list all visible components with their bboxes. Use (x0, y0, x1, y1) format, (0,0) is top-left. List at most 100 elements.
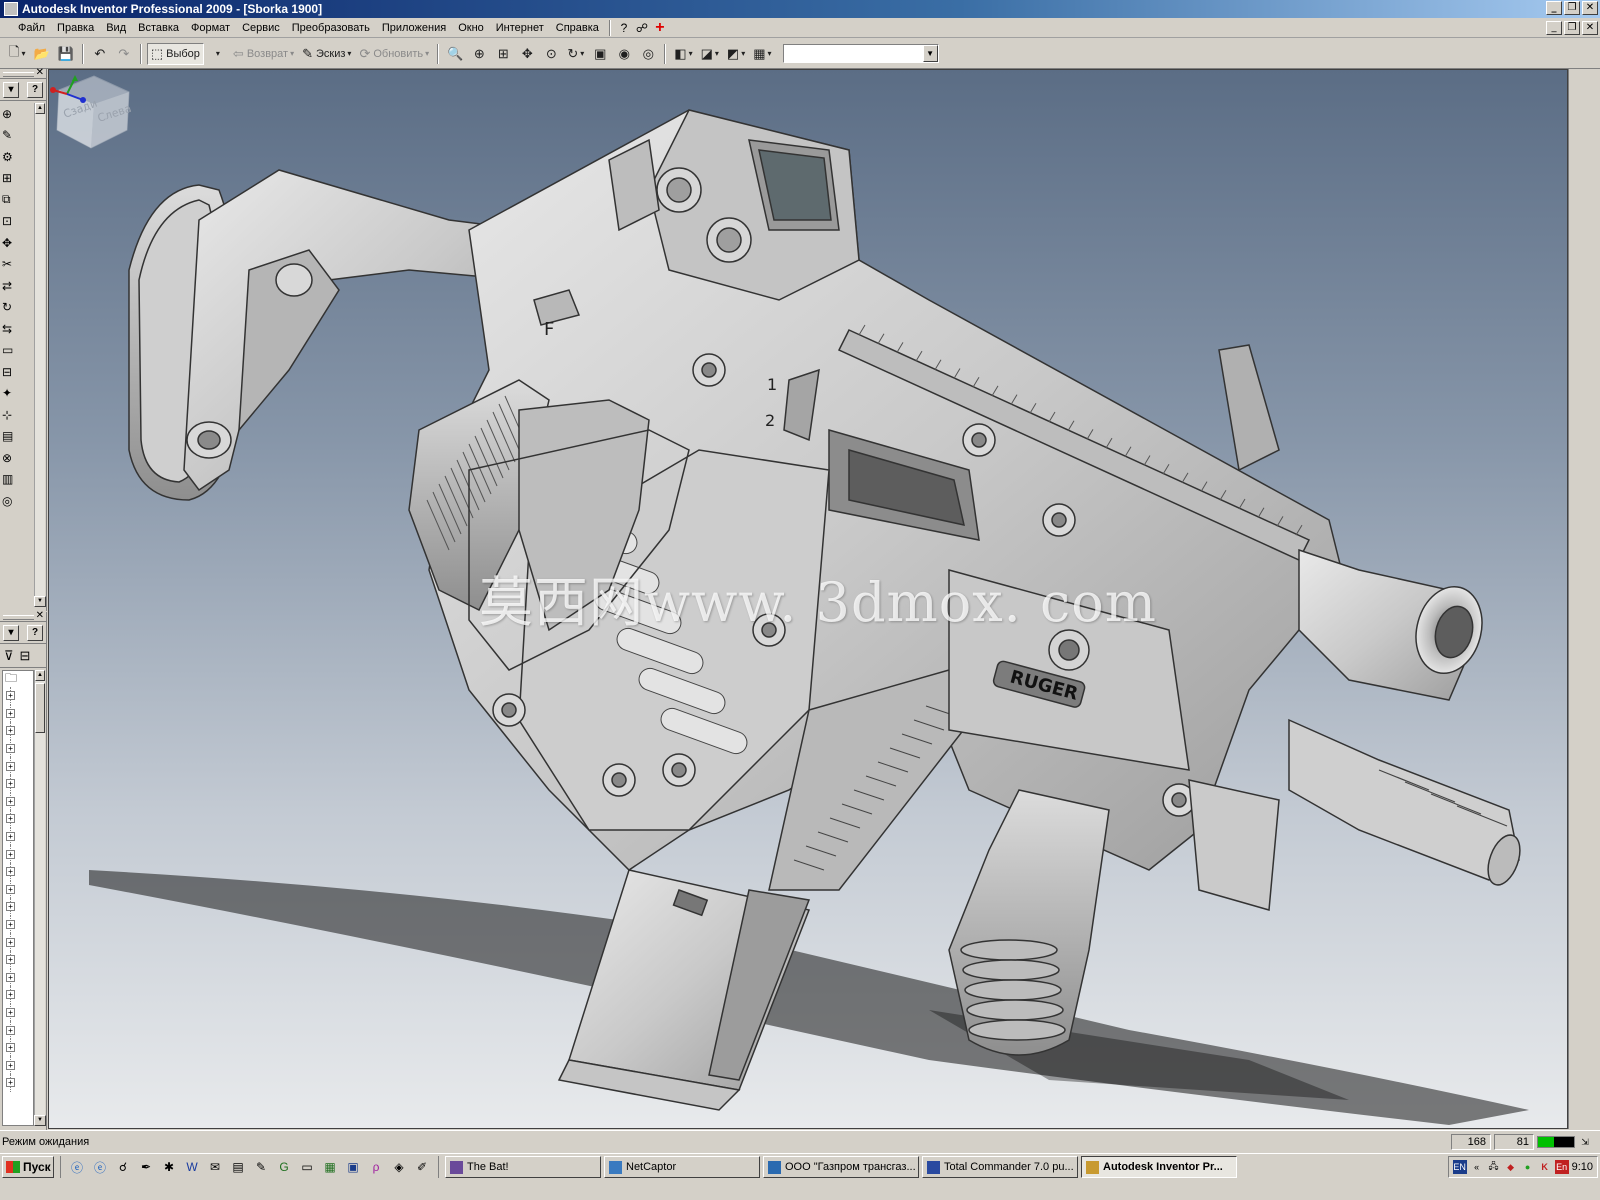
task-inventor[interactable]: Autodesk Inventor Pr... (1081, 1156, 1237, 1178)
scroll-up-icon[interactable]: ▲ (35, 103, 45, 114)
language-indicator[interactable]: EN (1452, 1160, 1467, 1174)
expand-icon[interactable]: + (6, 955, 15, 965)
expand-icon[interactable]: + (6, 1060, 15, 1070)
repair-icon[interactable]: ✂ (2, 254, 34, 276)
undo-icon[interactable]: ↶ (89, 43, 111, 65)
tool-panel-scrollbar[interactable]: ▲ ▼ (34, 103, 46, 607)
expand-icon[interactable]: + (6, 1078, 15, 1088)
doc-close-button[interactable]: ✕ (1582, 21, 1598, 35)
open-icon[interactable]: 📂 (30, 43, 52, 65)
graphics-viewport[interactable]: RUGER F 1 2 莫西网www. 3dmox. com Сзади Сле… (48, 69, 1568, 1129)
section-icon[interactable]: ▭ (2, 340, 34, 362)
browser-icon[interactable]: ⓔ (67, 1157, 87, 1177)
filter-icon[interactable]: ⊽ (4, 648, 14, 664)
update-button[interactable]: ⟳ Обновить ▾ (356, 43, 432, 65)
menu-edit[interactable]: Правка (51, 22, 100, 34)
tree-node[interactable]: + (3, 1074, 33, 1092)
tree-node[interactable]: + (3, 950, 33, 969)
expand-icon[interactable]: + (6, 1043, 15, 1053)
tree-node[interactable]: + (3, 1003, 33, 1022)
expand-icon[interactable]: + (6, 1007, 15, 1017)
pencil-icon[interactable]: ✐ (412, 1157, 432, 1177)
task-gazprom[interactable]: ООО "Газпром трансгаз... (763, 1156, 919, 1178)
notepad-icon[interactable]: ✎ (251, 1157, 271, 1177)
keyboard-layout-indicator[interactable]: En (1554, 1160, 1569, 1174)
panel-help-icon[interactable]: ? (27, 81, 43, 98)
doc-restore-button[interactable]: ❐ (1564, 21, 1580, 35)
scroll-down-icon[interactable]: ▼ (34, 596, 46, 607)
expand-icon[interactable]: + (6, 726, 15, 736)
tree-node[interactable]: + (3, 792, 33, 811)
archive-icon[interactable]: ▤ (228, 1157, 248, 1177)
menu-applications[interactable]: Приложения (376, 22, 452, 34)
expand-icon[interactable]: + (6, 884, 15, 894)
menu-web[interactable]: Интернет (490, 22, 550, 34)
tree-node[interactable]: + (3, 774, 33, 793)
menu-view[interactable]: Вид (100, 22, 132, 34)
minimize-button[interactable]: _ (1546, 1, 1562, 15)
tree-node[interactable]: + (3, 968, 33, 987)
orbit-icon[interactable]: ↻ ▾ (564, 43, 587, 65)
constraint-icon[interactable]: ⊡ (2, 211, 34, 233)
menu-format[interactable]: Формат (185, 22, 236, 34)
feather-icon[interactable]: ✒ (136, 1157, 156, 1177)
network-tray-icon[interactable]: 🖧 (1487, 1160, 1501, 1174)
pan-icon[interactable]: ✥ (516, 43, 538, 65)
look-at-icon[interactable]: ▣ (589, 43, 611, 65)
close-button[interactable]: ✕ (1582, 1, 1598, 15)
section-view-icon[interactable]: ◩ ▾ (724, 43, 748, 65)
tree-node[interactable]: + (3, 915, 33, 934)
select-button[interactable]: ⬚ Выбор (146, 42, 204, 65)
shield-icon[interactable]: ◆ (1504, 1160, 1518, 1174)
paint-icon[interactable]: ◈ (389, 1157, 409, 1177)
g-app-icon[interactable]: G (274, 1157, 294, 1177)
word-icon[interactable]: W (182, 1157, 202, 1177)
tree-node[interactable]: + (3, 739, 33, 758)
outlook-icon[interactable]: ✉ (205, 1157, 225, 1177)
tree-node[interactable]: + (3, 933, 33, 951)
tree-node[interactable]: + (3, 1038, 33, 1057)
frame-icon[interactable]: ▥ (2, 469, 34, 491)
plane-icon[interactable]: ⊟ (2, 361, 34, 383)
bat-icon[interactable]: ✱ (159, 1157, 179, 1177)
antivirus-icon[interactable]: ● (1521, 1160, 1535, 1174)
replace-icon[interactable]: ⇆ (2, 318, 34, 340)
tree-node[interactable]: + (3, 880, 33, 899)
move-icon[interactable]: ⇄ (2, 275, 34, 297)
add-icon[interactable]: + (651, 19, 669, 36)
zoom-all-icon[interactable]: 🔍 (444, 43, 466, 65)
expand-icon[interactable]: + (6, 867, 15, 877)
tree-node[interactable]: + (3, 704, 33, 723)
save-icon[interactable]: 💾 (55, 43, 77, 65)
floppy-icon[interactable]: ▣ (343, 1157, 363, 1177)
tree-node[interactable]: + (3, 687, 33, 705)
tree-node[interactable]: + (3, 757, 33, 775)
expand-icon[interactable]: + (6, 814, 15, 824)
resize-grip-icon[interactable]: ⇲ (1578, 1135, 1592, 1149)
browser-tree-icon[interactable]: ⊟ (20, 648, 31, 664)
expand-icon[interactable]: + (6, 779, 15, 789)
design-views-icon[interactable]: ▦ ▾ (750, 43, 774, 65)
sketch-button[interactable]: ✎ Эскиз ▾ (299, 43, 354, 65)
menu-insert[interactable]: Вставка (132, 22, 185, 34)
zoom-window-icon[interactable]: ⊞ (492, 43, 514, 65)
tree-node[interactable]: + (3, 1056, 33, 1074)
menu-file[interactable]: Файл (4, 22, 51, 34)
menu-window[interactable]: Окно (452, 22, 490, 34)
pattern-icon[interactable]: ⚙ (2, 146, 34, 168)
expand-icon[interactable]: + (6, 708, 15, 718)
copy-icon[interactable]: ⧉ (2, 189, 34, 211)
weld-icon[interactable]: ⊗ (2, 447, 34, 469)
tree-node[interactable]: + (3, 810, 33, 828)
expand-icon[interactable]: + (6, 972, 15, 982)
browser-menu-chevron-icon[interactable]: ▾ (3, 624, 19, 641)
expand-icon[interactable]: + (6, 902, 15, 912)
display-mode-icon[interactable]: ◧ ▾ (671, 43, 695, 65)
tree-node[interactable]: + (3, 898, 33, 916)
internet-explorer-icon[interactable]: ⓔ (90, 1157, 110, 1177)
expand-icon[interactable]: + (6, 761, 15, 771)
chevron-down-icon[interactable]: ▼ (922, 45, 938, 62)
web-link-icon[interactable]: ☍ (633, 20, 651, 36)
pen-icon[interactable]: ρ (366, 1157, 386, 1177)
new-icon[interactable]: 🗋 ▾ (6, 43, 28, 65)
